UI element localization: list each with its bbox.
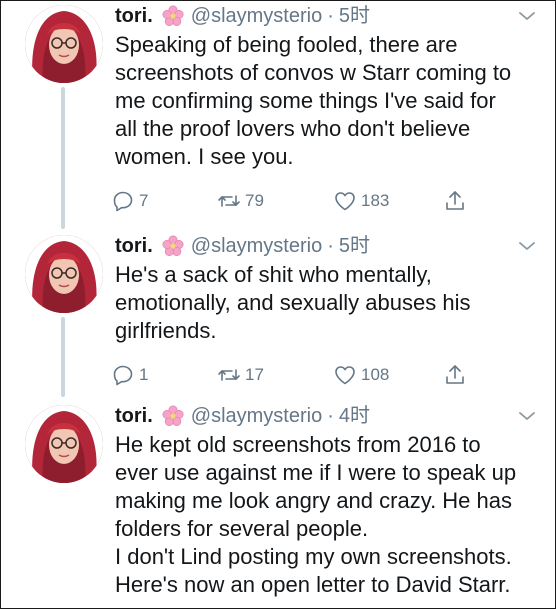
share-icon: [446, 191, 464, 210]
tweet-text: He's a sack of shit who mentally, emotio…: [115, 262, 471, 343]
user-handle[interactable]: @slaymysterio: [191, 4, 322, 28]
tweet-header: tori. @slaymysterio · 5时: [115, 234, 537, 258]
chevron-down-icon[interactable]: [517, 236, 537, 256]
reply-icon: [113, 191, 133, 212]
like-count: 108: [361, 365, 390, 384]
tweet-header: tori. @slaymysterio · 4时: [115, 404, 537, 428]
tweet-actions: 7 79 183: [111, 187, 495, 215]
reply-count: 1: [139, 365, 149, 384]
timestamp[interactable]: 5时: [339, 234, 370, 258]
share-button[interactable]: [443, 363, 467, 387]
tweet-actions: 1 17 108: [111, 361, 495, 389]
display-name[interactable]: tori.: [115, 4, 153, 28]
reply-button[interactable]: 1: [111, 363, 148, 387]
cherry-blossom-icon: [162, 5, 184, 27]
reply-button[interactable]: 7: [111, 189, 148, 213]
tweet[interactable]: tori. @slaymysterio · 5时 Speaking of bei…: [1, 1, 555, 231]
avatar[interactable]: [25, 405, 103, 483]
separator-dot: ·: [327, 405, 334, 427]
timestamp[interactable]: 5时: [339, 4, 370, 28]
avatar[interactable]: [25, 235, 103, 313]
tweet-text: He kept old screenshots from 2016 to eve…: [115, 432, 517, 597]
display-name[interactable]: tori.: [115, 404, 153, 428]
user-handle[interactable]: @slaymysterio: [191, 234, 322, 258]
like-button[interactable]: 183: [333, 189, 389, 213]
share-icon: [446, 365, 464, 384]
heart-icon: [335, 192, 355, 211]
reply-count: 7: [139, 191, 149, 210]
cherry-blossom-icon: [162, 405, 184, 427]
cherry-blossom-icon: [162, 235, 184, 257]
retweet-icon: [218, 369, 240, 381]
chevron-down-icon[interactable]: [517, 6, 537, 26]
tweet[interactable]: tori. @slaymysterio · 5时 He's a sack of: [1, 231, 555, 401]
user-handle[interactable]: @slaymysterio: [191, 404, 322, 428]
retweet-count: 17: [245, 365, 264, 384]
timestamp[interactable]: 4时: [339, 404, 370, 428]
tweet[interactable]: tori. @slaymysterio · 4时 He kept old scr…: [1, 401, 555, 608]
like-count: 183: [361, 191, 390, 210]
tweet-text: Speaking of being fooled, there are scre…: [115, 32, 512, 169]
retweet-icon: [218, 195, 240, 207]
heart-icon: [335, 366, 355, 385]
avatar[interactable]: [25, 5, 103, 83]
chevron-down-icon[interactable]: [517, 406, 537, 426]
separator-dot: ·: [327, 5, 334, 27]
display-name[interactable]: tori.: [115, 234, 153, 258]
reply-icon: [113, 365, 133, 386]
separator-dot: ·: [327, 235, 334, 257]
retweet-button[interactable]: 79: [217, 189, 264, 213]
retweet-button[interactable]: 17: [217, 363, 264, 387]
share-button[interactable]: [443, 189, 467, 213]
like-button[interactable]: 108: [333, 363, 389, 387]
retweet-count: 79: [245, 191, 264, 210]
tweet-thread: tori. @slaymysterio · 5时 Speaking of bei…: [0, 0, 556, 609]
tweet-header: tori. @slaymysterio · 5时: [115, 4, 537, 28]
